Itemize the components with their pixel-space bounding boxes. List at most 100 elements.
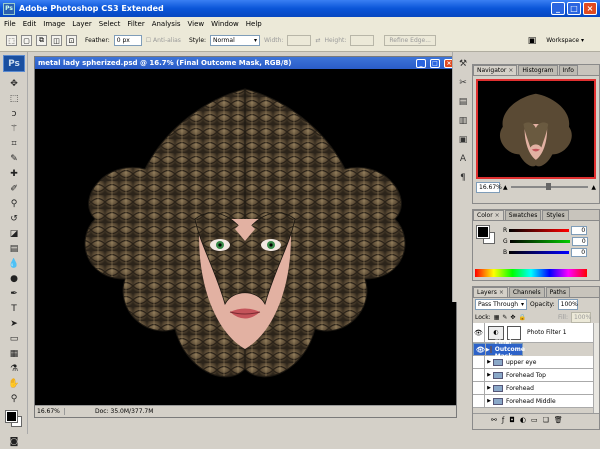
menu-analysis[interactable]: Analysis [152,20,181,28]
document-titlebar[interactable]: metal lady spherized.psd @ 16.7% (Final … [35,57,456,69]
magic-wand-icon[interactable]: ⚚ [4,121,24,136]
visibility-eye-icon[interactable]: 👁 [476,343,486,356]
healing-brush-icon[interactable]: ✚ [4,166,24,181]
zoom-out-icon[interactable]: ▲ [503,184,508,191]
fill-input[interactable]: 100% [571,311,591,323]
close-icon[interactable]: × [499,289,504,296]
menu-help[interactable]: Help [246,20,262,28]
layer-style-icon[interactable]: ƒ [502,416,504,424]
marquee-tool-icon[interactable]: ⬚ [6,35,17,46]
visibility-eye-icon[interactable]: 👁 [473,323,485,343]
opacity-input[interactable]: 100% [557,299,578,310]
new-selection-icon[interactable]: ▢ [21,35,32,46]
visibility-eye-icon[interactable] [473,355,485,369]
blue-value[interactable]: 0 [571,248,588,257]
brush-tool-icon[interactable]: ✐ [4,181,24,196]
width-input[interactable] [287,35,312,46]
tab-styles[interactable]: Styles [542,210,569,220]
tab-paths[interactable]: Paths [545,287,570,297]
lock-pixels-icon[interactable]: ✎ [502,314,507,321]
menu-edit[interactable]: Edit [23,20,37,28]
layer-row-forehead[interactable]: ▶ Forehead [473,381,599,395]
height-input[interactable] [350,35,375,46]
feather-input[interactable]: 0 px [113,35,142,46]
slice-tool-icon[interactable]: ✎ [4,151,24,166]
minimize-button[interactable]: _ [551,2,565,15]
lock-all-icon[interactable]: 🔒 [518,314,525,321]
type-tool-icon[interactable]: T [4,301,24,316]
red-slider[interactable] [509,229,570,232]
visibility-eye-icon[interactable] [473,368,485,382]
marquee-tool-icon[interactable]: ⬚ [4,91,24,106]
tab-layers[interactable]: Layers × [473,287,508,297]
character-icon[interactable]: A [456,152,470,166]
menu-file[interactable]: File [4,20,16,28]
paragraph-icon[interactable]: ¶ [456,171,470,185]
workspace-button[interactable]: Workspace ▾ [546,37,600,44]
shape-tool-icon[interactable]: ▭ [4,331,24,346]
green-value[interactable]: 0 [571,237,588,246]
color-fg-bg[interactable] [476,225,497,246]
slider-handle[interactable] [545,183,551,190]
blend-mode-select[interactable]: Pass Through ▾ [475,299,527,310]
eyedropper-icon[interactable]: ⚗ [4,361,24,376]
pen-tool-icon[interactable]: ✒ [4,286,24,301]
hand-tool-icon[interactable]: ✋ [4,376,24,391]
doc-maximize-button[interactable]: □ [430,58,440,68]
zoom-tool-icon[interactable]: ⚲ [4,391,24,406]
layer-row-forehead-middle[interactable]: ▶ Forehead Middle [473,394,599,408]
visibility-eye-icon[interactable] [473,381,485,395]
clone-stamp-icon[interactable]: ⚲ [4,196,24,211]
link-layers-icon[interactable]: ⚯ [491,416,497,424]
close-button[interactable]: × [583,2,597,15]
add-selection-icon[interactable]: ⧉ [36,35,47,46]
navigator-zoom-input[interactable]: 16.67% [476,181,502,193]
adjustment-layer-icon[interactable]: ◐ [520,416,526,424]
gradient-tool-icon[interactable]: ▤ [4,241,24,256]
actions-icon[interactable]: ▣ [456,133,470,147]
quick-mask-icon[interactable]: ◙ [4,434,24,449]
menu-view[interactable]: View [188,20,205,28]
doc-minimize-button[interactable]: _ [416,58,426,68]
tab-navigator[interactable]: Navigator × [473,65,518,75]
menu-layer[interactable]: Layer [72,20,92,28]
red-value[interactable]: 0 [571,226,588,235]
document-canvas[interactable] [35,69,456,405]
layers-scrollbar[interactable] [593,323,599,413]
menu-image[interactable]: Image [43,20,65,28]
menu-select[interactable]: Select [99,20,121,28]
color-spectrum-bar[interactable] [475,269,587,277]
refine-edge-button[interactable]: Refine Edge... [384,35,436,46]
tab-channels[interactable]: Channels [508,287,545,297]
move-tool-icon[interactable]: ✥ [4,76,24,91]
brushes-icon[interactable]: ⚒ [456,57,470,71]
lock-position-icon[interactable]: ✥ [510,314,515,321]
history-icon[interactable]: ▥ [456,114,470,128]
new-group-icon[interactable]: ▭ [531,416,538,424]
tab-swatches[interactable]: Swatches [504,210,542,220]
tab-histogram[interactable]: Histogram [518,65,558,75]
subtract-selection-icon[interactable]: ◫ [51,35,62,46]
layer-comps-icon[interactable]: ▤ [456,95,470,109]
crop-tool-icon[interactable]: ⌗ [4,136,24,151]
expand-arrow-icon[interactable]: ▶ [485,372,493,378]
layer-row-photo-filter[interactable]: 👁 ◐ Photo Filter 1 [473,323,599,343]
lasso-tool-icon[interactable]: ↄ [4,106,24,121]
close-icon[interactable]: × [508,67,513,74]
lock-transparency-icon[interactable]: ▦ [494,314,500,321]
swap-icon[interactable]: ⇄ [315,37,320,44]
layer-row-final-outcome-mask[interactable]: 👁 ▶ Final Outcome Mask [473,339,525,360]
navigator-preview[interactable] [476,79,596,179]
style-select[interactable]: Normal ▾ [210,35,261,46]
layer-row-upper-eye[interactable]: ▶ upper eye [473,355,599,369]
color-swatches[interactable] [5,410,27,434]
notes-tool-icon[interactable]: ▦ [4,346,24,361]
menu-filter[interactable]: Filter [127,20,144,28]
add-mask-icon[interactable]: ◘ [509,416,515,424]
menu-window[interactable]: Window [211,20,239,28]
doc-zoom-field[interactable]: 16.67% [35,408,65,415]
tab-info[interactable]: Info [558,65,578,75]
dodge-tool-icon[interactable]: ● [4,271,24,286]
blur-tool-icon[interactable]: 💧 [4,256,24,271]
green-slider[interactable] [509,240,570,243]
